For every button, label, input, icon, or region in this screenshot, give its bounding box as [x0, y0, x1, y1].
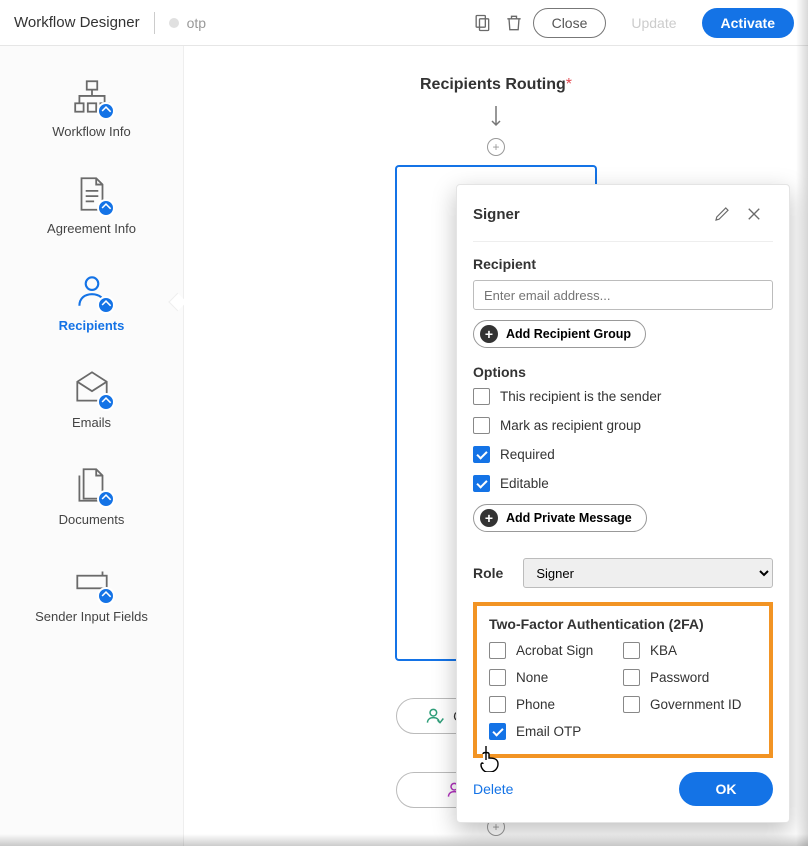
update-button: Update: [612, 8, 695, 38]
trash-icon[interactable]: [501, 10, 527, 36]
sidebar-item-emails[interactable]: Emails: [0, 367, 183, 430]
close-button[interactable]: Close: [533, 8, 607, 38]
sidebar-item-label: Agreement Info: [47, 221, 136, 236]
checkbox-required[interactable]: Required: [473, 446, 773, 463]
separator: [154, 12, 155, 34]
sidebar: Workflow Info Agreement Info Recipients …: [0, 46, 184, 846]
ok-button[interactable]: OK: [679, 772, 773, 806]
activate-button[interactable]: Activate: [702, 8, 794, 38]
recipient-label: Recipient: [473, 256, 773, 272]
copy-icon[interactable]: [469, 10, 495, 36]
sidebar-item-sender-input-fields[interactable]: Sender Input Fields: [0, 561, 183, 624]
checkbox-editable[interactable]: Editable: [473, 475, 773, 492]
signer-icon: [425, 706, 445, 726]
role-label: Role: [473, 565, 503, 581]
delete-link[interactable]: Delete: [473, 781, 513, 797]
sidebar-item-documents[interactable]: Documents: [0, 464, 183, 527]
routing-title: Recipients Routing*: [420, 76, 572, 94]
add-node-button[interactable]: +: [487, 138, 505, 156]
add-private-message-button[interactable]: +Add Private Message: [473, 504, 647, 532]
tfa-section: Two-Factor Authentication (2FA) Acrobat …: [473, 602, 773, 758]
checkbox-group[interactable]: Mark as recipient group: [473, 417, 773, 434]
sidebar-item-label: Workflow Info: [52, 124, 131, 139]
panel-title: Signer: [473, 206, 709, 223]
checkbox-password[interactable]: Password: [623, 669, 757, 686]
email-field[interactable]: [473, 280, 773, 310]
role-select[interactable]: Signer: [523, 558, 773, 588]
checkbox-phone[interactable]: Phone: [489, 696, 623, 713]
checkbox-acrobat-sign[interactable]: Acrobat Sign: [489, 642, 623, 659]
sidebar-item-label: Emails: [72, 415, 111, 430]
checkbox-email-otp[interactable]: Email OTP: [489, 723, 623, 740]
workflow-name: otp: [187, 15, 206, 31]
sidebar-item-recipients[interactable]: Recipients: [0, 270, 183, 333]
checkbox-sender[interactable]: This recipient is the sender: [473, 388, 773, 405]
workflow-info-icon: [71, 76, 113, 118]
recipient-panel: Signer Recipient +Add Recipient Group Op…: [456, 184, 790, 823]
plus-icon: +: [480, 325, 498, 343]
status-dot: [169, 18, 179, 28]
sidebar-item-label: Documents: [59, 512, 125, 527]
plus-icon: +: [480, 509, 498, 527]
input-fields-icon: [71, 561, 113, 603]
close-icon[interactable]: [741, 201, 767, 227]
tfa-label: Two-Factor Authentication (2FA): [489, 616, 757, 632]
sidebar-item-agreement-info[interactable]: Agreement Info: [0, 173, 183, 236]
arrow-down-icon: [490, 106, 502, 128]
documents-icon: [71, 464, 113, 506]
recipients-icon: [71, 270, 113, 312]
checkbox-none[interactable]: None: [489, 669, 623, 686]
app-title: Workflow Designer: [14, 14, 140, 31]
sidebar-item-label: Sender Input Fields: [35, 609, 148, 624]
add-recipient-group-button[interactable]: +Add Recipient Group: [473, 320, 646, 348]
emails-icon: [71, 367, 113, 409]
sidebar-item-workflow-info[interactable]: Workflow Info: [0, 76, 183, 139]
sidebar-item-label: Recipients: [59, 318, 125, 333]
options-label: Options: [473, 364, 773, 380]
agreement-info-icon: [71, 173, 113, 215]
checkbox-government-id[interactable]: Government ID: [623, 696, 757, 713]
checkbox-kba[interactable]: KBA: [623, 642, 757, 659]
pencil-icon[interactable]: [709, 201, 735, 227]
